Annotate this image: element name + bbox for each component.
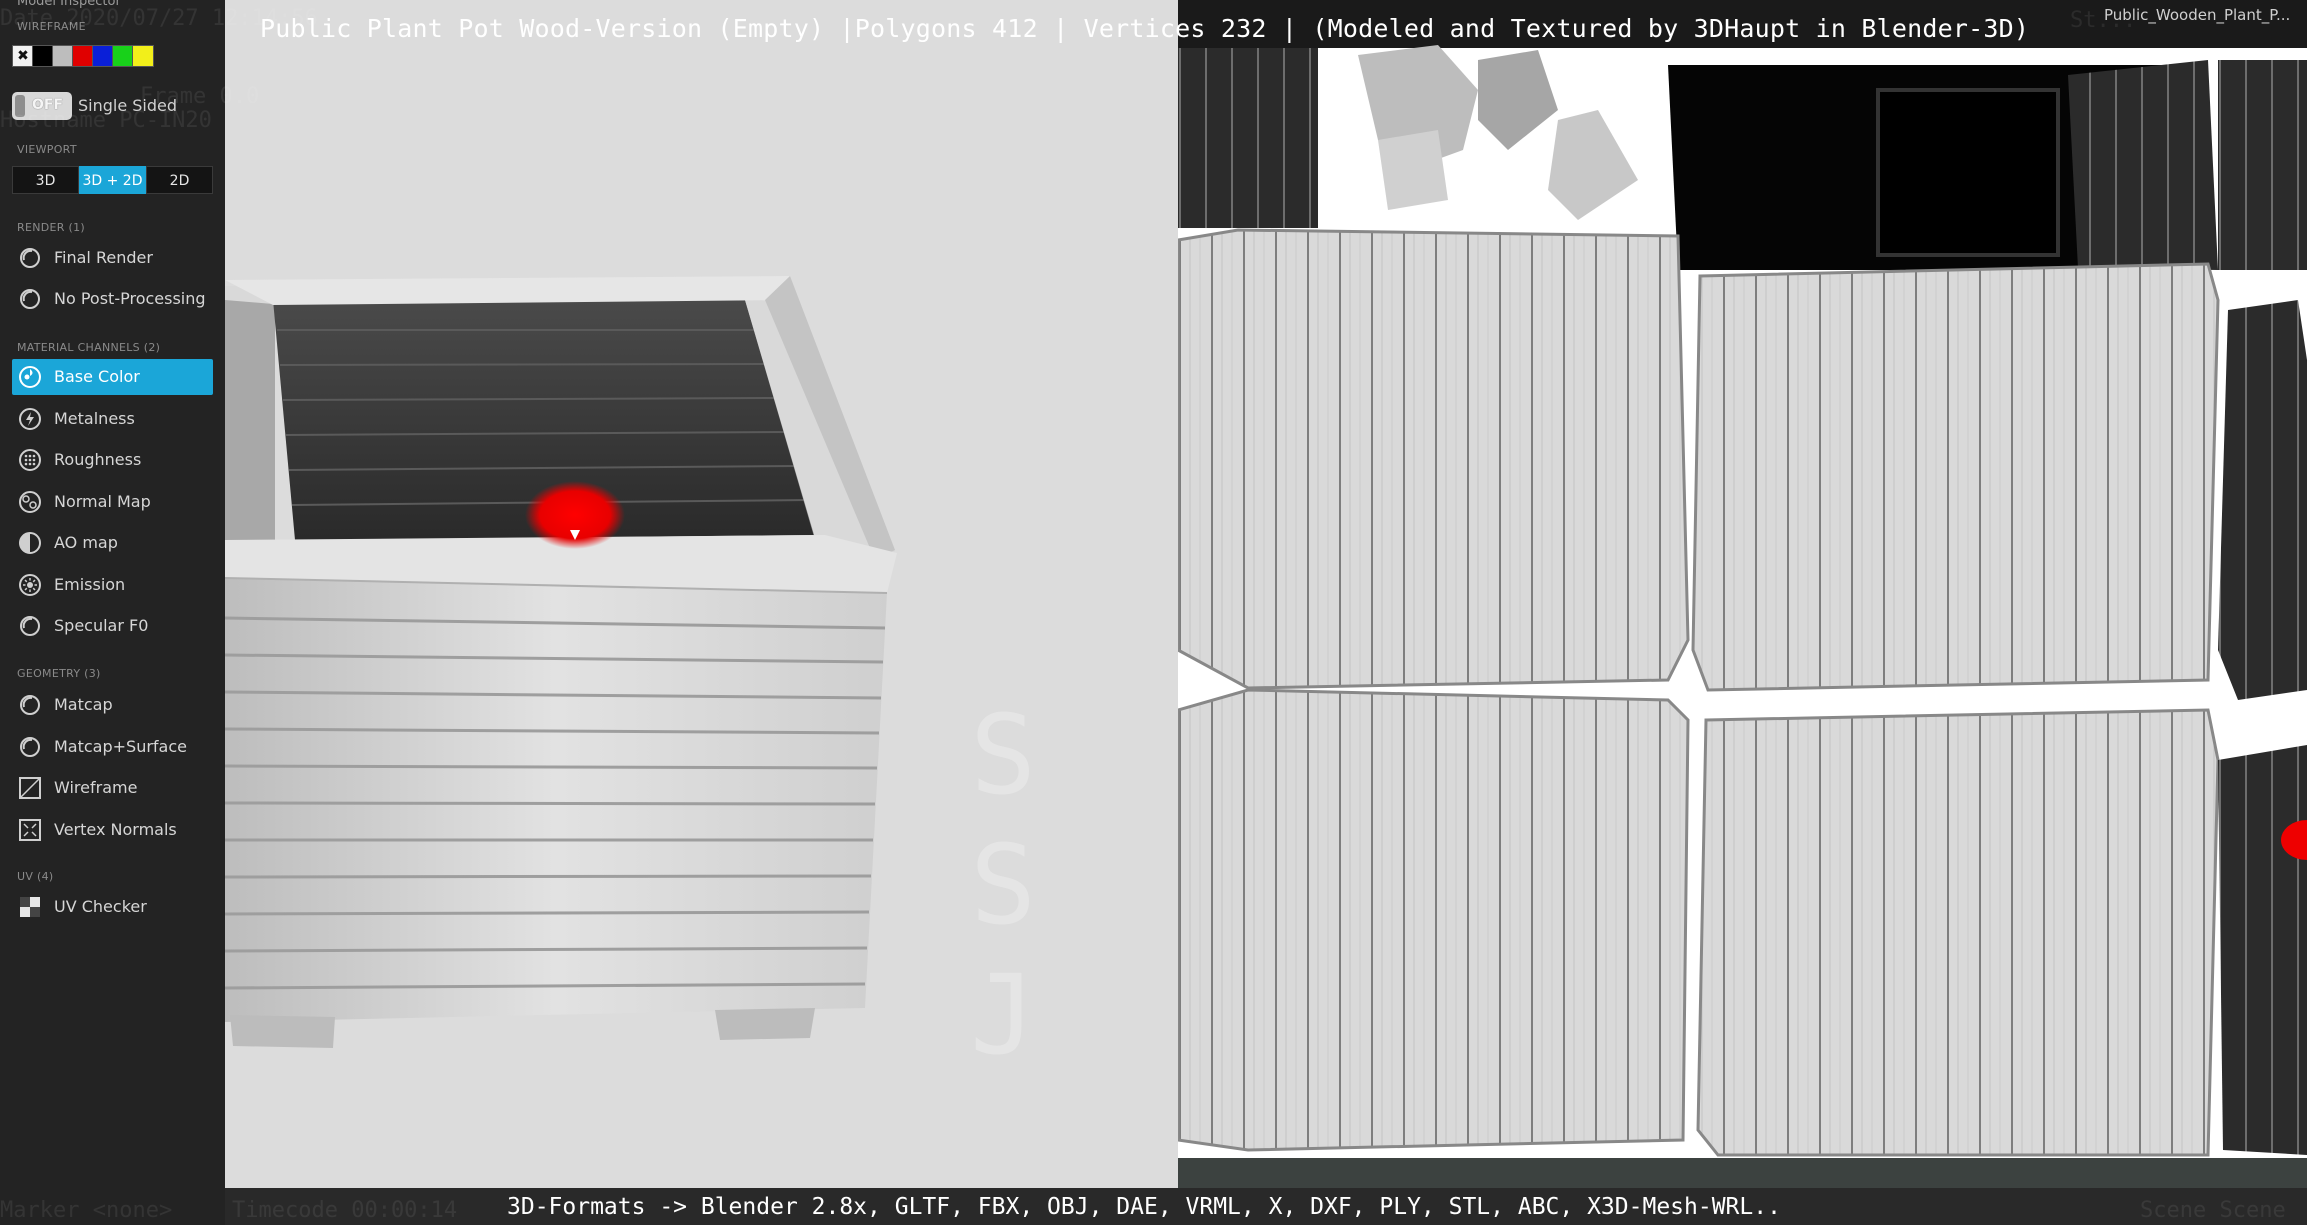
- palette-icon: [18, 365, 42, 389]
- render-circle-icon: [18, 693, 42, 717]
- menu-item-final-render[interactable]: Final Render: [12, 240, 213, 276]
- color-swatch[interactable]: [32, 45, 54, 67]
- wireframe-icon: [18, 776, 42, 800]
- sun-icon: [18, 573, 42, 597]
- vertex-normals-icon: [18, 818, 42, 842]
- menu-item-label: Vertex Normals: [54, 819, 177, 839]
- ghost-scene: Scene Scene: [2140, 1198, 2286, 1223]
- menu-item-label: Roughness: [54, 450, 142, 469]
- menu-item-label: UV Checker: [54, 897, 147, 916]
- geometry-section-label: GEOMETRY (3): [17, 667, 101, 680]
- menu-item-label: Wireframe: [54, 778, 138, 797]
- color-swatch[interactable]: [112, 45, 134, 67]
- menu-item-label: Matcap+Surface: [54, 736, 187, 756]
- menu-item-ao-map[interactable]: AO map: [12, 525, 213, 561]
- menu-item-uv-checker[interactable]: UV Checker: [12, 889, 213, 925]
- formats-text: 3D-Formats -> Blender 2.8x, GLTF, FBX, O…: [507, 1194, 1781, 1220]
- color-swatch[interactable]: [132, 45, 154, 67]
- normal-map-icon: [18, 490, 42, 514]
- menu-item-label: Emission: [54, 574, 126, 594]
- render-circle-icon: [18, 287, 42, 311]
- menu-item-emission[interactable]: Emission: [12, 567, 213, 603]
- menu-item-normal-map[interactable]: Normal Map: [12, 484, 213, 520]
- uv-layout-image: [1178, 45, 2307, 1188]
- model-inspector-panel: Model Inspector WIREFRAME ✖ OFF Single S…: [0, 0, 225, 1225]
- viewport-3d[interactable]: SSJ: [225, 0, 1178, 1188]
- material-section-label: MATERIAL CHANNELS (2): [17, 341, 161, 354]
- uv-section-label: UV (4): [17, 870, 54, 883]
- render-section-label: RENDER (1): [17, 221, 85, 234]
- menu-item-label: No Post-Processing: [54, 289, 206, 308]
- lightning-icon: [18, 407, 42, 431]
- menu-item-label: Final Render: [54, 248, 153, 267]
- menu-item-wireframe[interactable]: Wireframe: [12, 770, 213, 806]
- color-swatch[interactable]: [72, 45, 94, 67]
- menu-item-label: Specular F0: [54, 616, 149, 635]
- render-circle-icon: [18, 614, 42, 638]
- color-swatch[interactable]: [52, 45, 74, 67]
- menu-item-label: AO map: [54, 533, 118, 552]
- menu-item-label: Base Color: [54, 367, 140, 386]
- half-circle-icon: [18, 531, 42, 555]
- ghost-frame: Frame 0.0: [140, 84, 260, 109]
- menu-item-roughness[interactable]: Roughness: [12, 442, 213, 478]
- menu-item-specular-f0[interactable]: Specular F0: [12, 608, 213, 644]
- ghost-date: Date 2020/07/27 12:14:56: [0, 6, 318, 31]
- uv-texture-view[interactable]: [1178, 0, 2307, 1188]
- render-circle-icon: [18, 735, 42, 759]
- viewport-3d-button[interactable]: 3D: [12, 166, 79, 194]
- ghost-timecode: Timecode 00:00:14: [232, 1198, 458, 1223]
- viewport-3d2d-button[interactable]: 3D + 2D: [79, 166, 146, 194]
- ghost-hostname: Hostname PC-IN20: [0, 108, 212, 133]
- menu-item-label: Matcap: [54, 695, 113, 714]
- menu-item-base-color[interactable]: Base Color: [12, 359, 213, 395]
- ghost-watermark: SSJ: [970, 691, 1037, 1079]
- swatch-clear-icon[interactable]: ✖: [12, 45, 34, 67]
- ghost-marker: Marker <none>: [0, 1198, 173, 1223]
- menu-item-vertex-normals[interactable]: Vertex Normals: [12, 812, 213, 848]
- menu-item-matcap-surface[interactable]: Matcap+Surface: [12, 729, 213, 765]
- dots-grid-icon: [18, 448, 42, 472]
- menu-item-label: Metalness: [54, 408, 135, 428]
- viewport-label: VIEWPORT: [17, 143, 77, 156]
- menu-item-matcap[interactable]: Matcap: [12, 687, 213, 723]
- menu-item-metalness[interactable]: Metalness: [12, 401, 213, 437]
- model-info-title: Public Plant Pot Wood-Version (Empty) |P…: [260, 14, 2030, 43]
- menu-item-no-post-processing[interactable]: No Post-Processing: [12, 281, 213, 317]
- color-swatch[interactable]: [92, 45, 114, 67]
- render-circle-icon: [18, 246, 42, 270]
- ghost-right-top: St...: [2070, 8, 2137, 33]
- checker-icon: [18, 895, 42, 919]
- menu-item-label: Normal Map: [54, 491, 151, 511]
- viewport-2d-button[interactable]: 2D: [146, 166, 213, 194]
